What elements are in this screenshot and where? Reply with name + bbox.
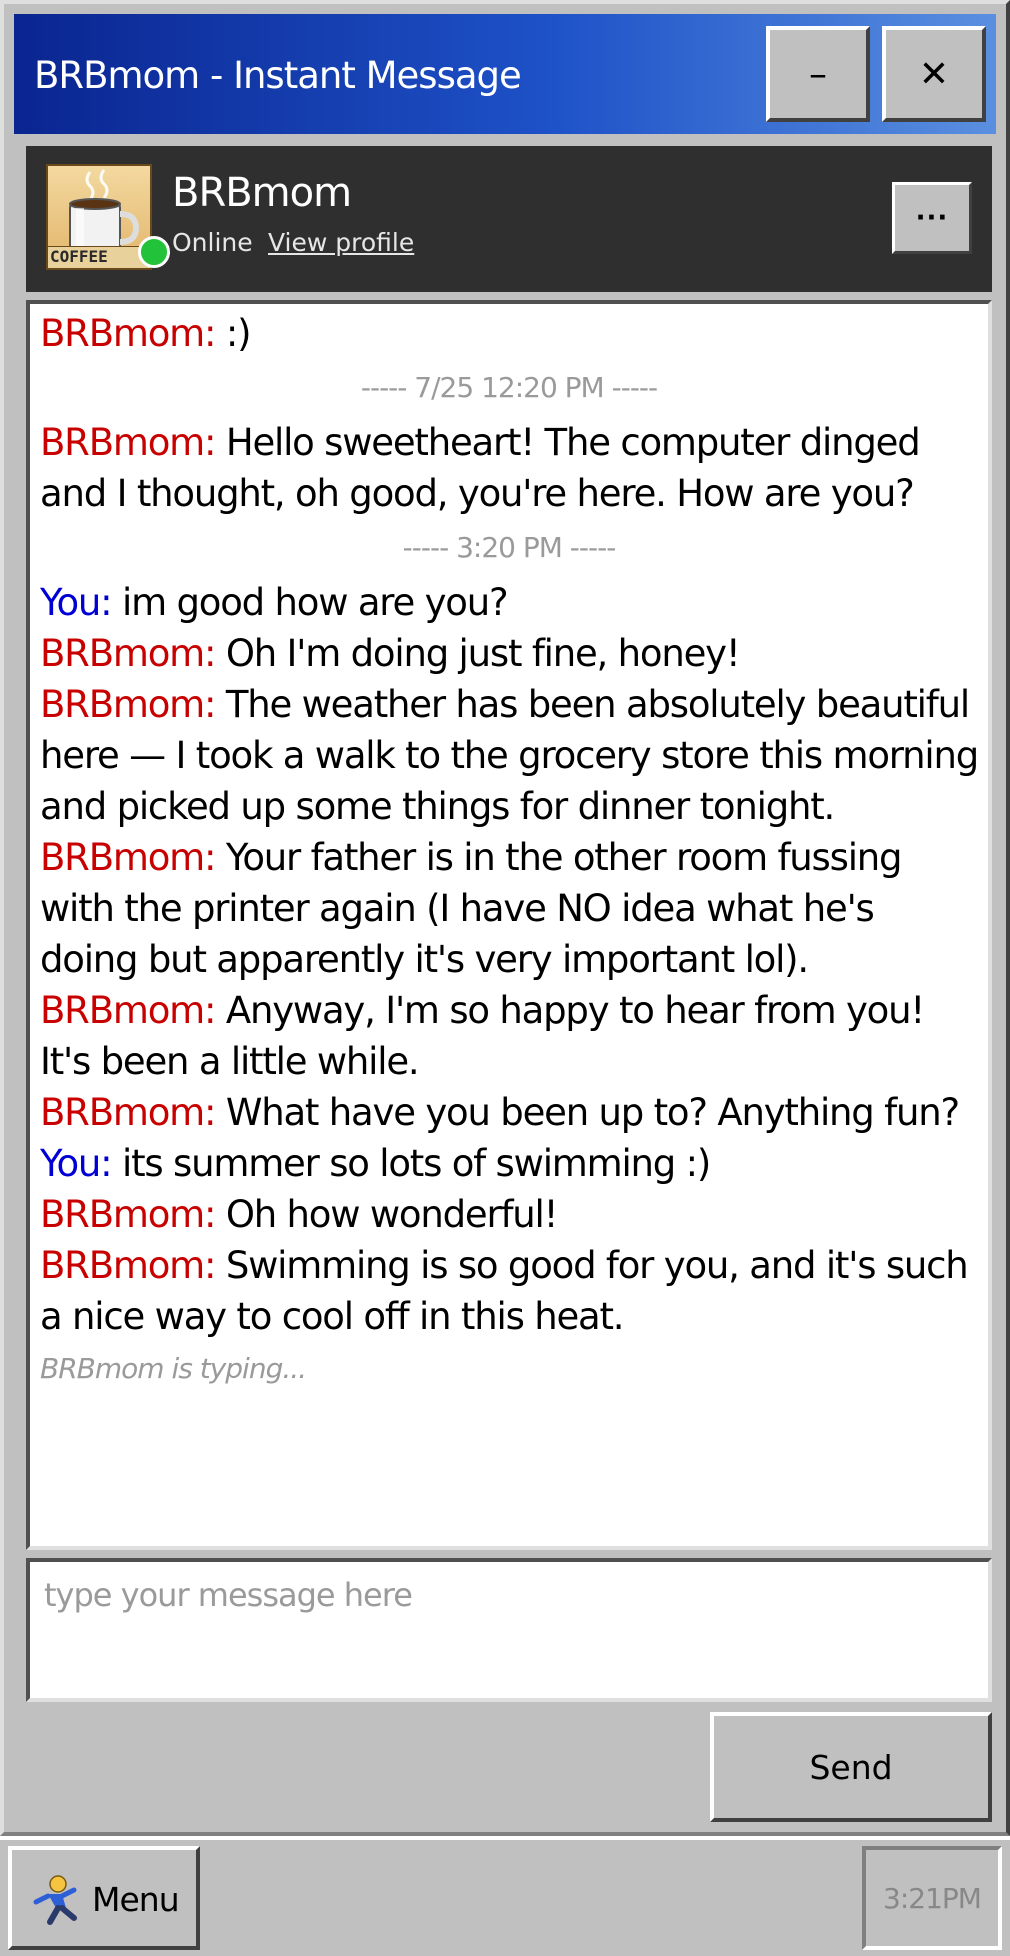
message-sender: BRBmom: (40, 632, 216, 675)
message-sender: BRBmom: (40, 1091, 216, 1134)
send-label: Send (809, 1747, 893, 1787)
view-profile-link[interactable]: View profile (268, 228, 414, 257)
message-input[interactable] (30, 1562, 988, 1698)
chat-log[interactable]: BRBmom: :) ----- 7/25 12:20 PM ----- BRBmo… (26, 300, 992, 1550)
more-options-button[interactable]: ··· (892, 182, 972, 254)
message-sender: BRBmom: (40, 312, 216, 355)
message-text: im good how are you? (111, 581, 509, 624)
buddy-header: COFFEE BRBmom Online View profile ··· (26, 146, 992, 292)
message-text: Oh I'm doing just fine, honey! (215, 632, 741, 675)
chat-message: BRBmom: Anyway, I'm so happy to hear fro… (40, 985, 978, 1087)
menu-label: Menu (92, 1880, 180, 1919)
send-button[interactable]: Send (710, 1712, 992, 1822)
chat-message: You: its summer so lots of swimming :) (40, 1138, 978, 1189)
message-input-box[interactable] (26, 1558, 992, 1702)
message-sender: You: (40, 581, 113, 624)
avatar[interactable]: COFFEE (46, 164, 152, 270)
minimize-button[interactable]: – (766, 26, 870, 122)
chat-message: BRBmom: Hello sweetheart! The computer d… (40, 417, 978, 519)
message-text: Oh how wonderful! (215, 1193, 559, 1236)
window-title: BRBmom - Instant Message (34, 54, 522, 97)
chat-message: BRBmom: The weather has been absolutely … (40, 679, 979, 832)
ellipsis-icon: ··· (915, 203, 949, 233)
title-bar[interactable]: BRBmom - Instant Message – ✕ (14, 14, 996, 134)
chat-message: You: im good how are you? (40, 577, 978, 628)
message-sender: BRBmom: (40, 683, 216, 726)
message-sender: BRBmom: (40, 1244, 216, 1287)
chat-message: BRBmom: Oh I'm doing just fine, honey! (40, 628, 978, 679)
menu-button[interactable]: Menu (8, 1846, 200, 1950)
close-button[interactable]: ✕ (882, 26, 986, 122)
chat-message: BRBmom: What have you been up to? Anythi… (40, 1087, 978, 1138)
message-sender: BRBmom: (40, 836, 216, 879)
typing-indicator: BRBmom is typing... (40, 1352, 307, 1385)
running-man-icon (33, 1875, 77, 1925)
message-sender: You: (40, 1142, 113, 1185)
message-text: What have you been up to? Anything fun? (215, 1091, 960, 1134)
close-icon: ✕ (918, 53, 950, 95)
message-sender: BRBmom: (40, 989, 216, 1032)
message-sender: BRBmom: (40, 1193, 216, 1236)
minimize-icon: – (809, 53, 827, 95)
im-window: BRBmom - Instant Message – ✕ COFFEE BRBm… (0, 0, 1010, 1836)
buddy-status: Online (172, 228, 253, 257)
avatar-caption: COFFEE (48, 246, 150, 268)
buddy-name: BRBmom (172, 170, 352, 216)
message-text: its summer so lots of swimming :) (111, 1142, 711, 1185)
message-sender: BRBmom: (40, 421, 216, 464)
chat-message: BRBmom: :) (40, 308, 978, 359)
timestamp-divider: ----- 7/25 12:20 PM ----- (360, 371, 658, 404)
chat-message: BRBmom: Your father is in the other room… (40, 832, 978, 985)
online-status-icon (138, 236, 170, 268)
chat-message: BRBmom: Oh how wonderful! (40, 1189, 978, 1240)
timestamp-divider: ----- 3:20 PM ----- (402, 531, 617, 564)
taskbar: Menu 3:21PM (0, 1836, 1010, 1956)
message-text: :) (215, 312, 252, 355)
taskbar-clock: 3:21PM (862, 1846, 1002, 1950)
chat-message: BRBmom: Swimming is so good for you, and… (40, 1240, 978, 1342)
